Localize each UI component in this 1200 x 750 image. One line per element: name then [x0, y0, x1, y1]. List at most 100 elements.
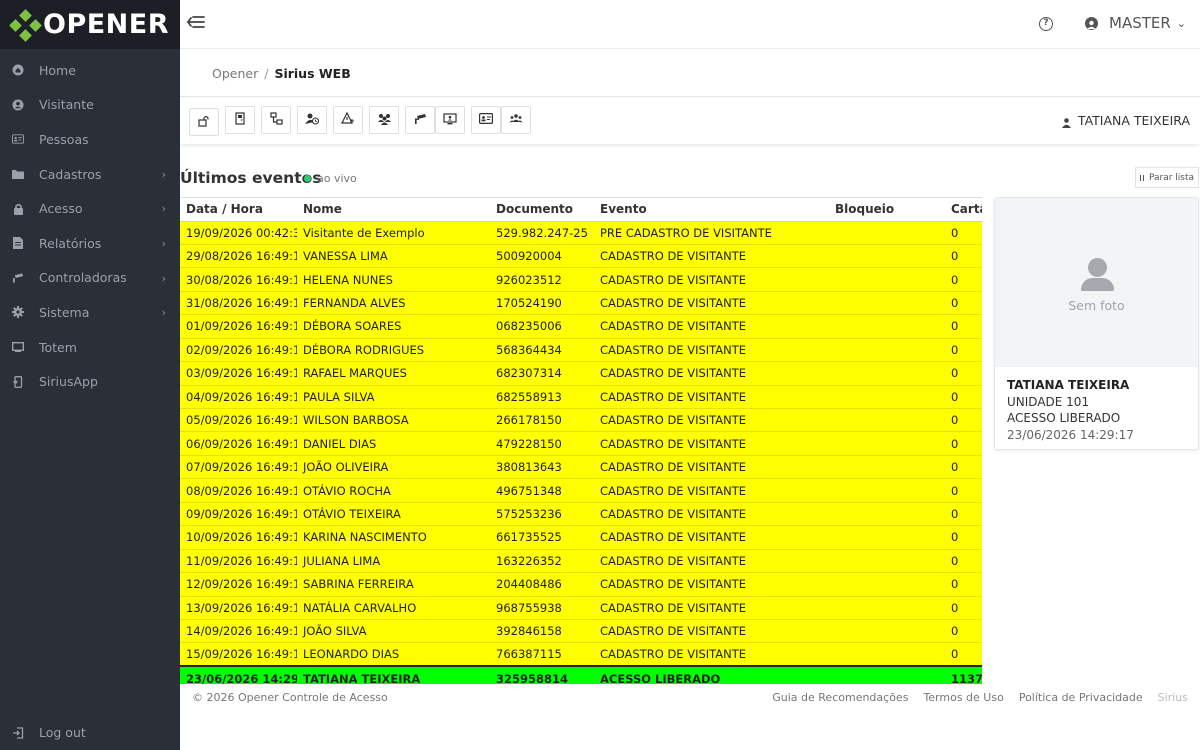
pause-list-label: Parar lista [1148, 172, 1195, 183]
footer-link-terms[interactable]: Termos de Uso [923, 691, 1003, 704]
cell-event: ACESSO LIBERADO [594, 665, 829, 684]
table-row[interactable]: 23/06/2026 14:29:17TATIANA TEIXEIRA32595… [180, 665, 982, 684]
table-row[interactable]: 01/09/2026 16:49:17 DÉBORA SOARES 06823500… [180, 314, 982, 339]
column-header[interactable]: Nome [297, 198, 490, 222]
cell-block [829, 408, 945, 433]
table-row[interactable]: 12/09/2026 16:49:17 SABRINA FERREIRA 20440… [180, 572, 982, 597]
cell-event: CADASTRO DE VISITANTE [594, 642, 829, 667]
cell-datetime: 29/08/2026 16:49:17 [180, 244, 297, 269]
sidebar-item-controladoras[interactable]: Controladoras › [0, 261, 180, 296]
logout-button[interactable]: Log out [0, 715, 180, 750]
alert-button[interactable] [333, 106, 363, 134]
column-header[interactable]: Cartão [945, 198, 982, 222]
sidebar-item-totem[interactable]: Totem [0, 330, 180, 365]
cell-event: PRE CADASTRO DE VISITANTE [594, 221, 829, 245]
sidebar-item-siriusapp[interactable]: SiriusApp [0, 364, 180, 399]
opener-logo-icon [9, 8, 42, 42]
cell-card: 0 [945, 267, 982, 292]
network-button[interactable] [261, 106, 291, 134]
group-button[interactable] [501, 106, 531, 134]
table-row[interactable]: 15/09/2026 16:49:17 LEONARDO DIAS 76638711… [180, 642, 982, 667]
cell-name: RAFAEL MARQUES [297, 361, 490, 386]
cell-datetime: 07/09/2026 16:49:17 [180, 455, 297, 480]
cell-event: CADASTRO DE VISITANTE [594, 619, 829, 644]
table-row[interactable]: 29/08/2026 16:49:17 VANESSA LIMA 500920004… [180, 244, 982, 269]
events-table-container[interactable]: Data / Hora Nome Documento Evento Bloque… [180, 197, 982, 684]
sidebar-item-cadastros[interactable]: Cadastros › [0, 157, 180, 192]
badge-button[interactable] [471, 106, 501, 134]
cell-card: 0 [945, 291, 982, 316]
table-row[interactable]: 03/09/2026 16:49:17 RAFAEL MARQUES 6823073… [180, 361, 982, 386]
camera-button[interactable] [405, 106, 435, 134]
help-icon[interactable]: ? [1039, 17, 1053, 31]
logo[interactable]: OPENER [0, 0, 180, 49]
cell-name: DANIEL DIAS [297, 431, 490, 456]
sidebar-item-acesso[interactable]: Acesso › [0, 191, 180, 226]
id-card-icon [12, 133, 24, 145]
card-person-name: TATIANA TEIXEIRA [1007, 378, 1130, 392]
pause-list-button[interactable]: Parar lista [1135, 167, 1199, 188]
chevron-right-icon: › [161, 236, 166, 250]
user-menu[interactable]: MASTER ⌄ [1085, 14, 1186, 32]
sidebar-item-label: Relatórios [39, 235, 102, 251]
cell-block [829, 385, 945, 410]
column-header[interactable]: Evento [594, 198, 829, 222]
breadcrumb-bar: Opener / Sirius WEB [180, 49, 1200, 97]
last-event-card: Sem foto TATIANA TEIXEIRA UNIDADE 101 AC… [994, 197, 1199, 450]
cell-datetime: 15/09/2026 16:49:17 [180, 642, 297, 667]
top-bar: ? MASTER ⌄ [180, 0, 1200, 49]
breadcrumb-current: Sirius WEB [274, 66, 351, 81]
table-header-row: Data / Hora Nome Documento Evento Bloque… [180, 198, 982, 222]
table-row[interactable]: 30/08/2026 16:49:17 HELENA NUNES 926023512… [180, 267, 982, 292]
users-button[interactable] [369, 106, 399, 134]
sidebar-item-visitante[interactable]: Visitante [0, 88, 180, 123]
display-icon [443, 112, 457, 128]
sidebar: OPENER Home Visitante Pessoas Cadastros … [0, 0, 180, 750]
table-row[interactable]: 08/09/2026 16:49:17 OTÁVIO ROCHA 496751348… [180, 478, 982, 503]
breadcrumb-root[interactable]: Opener [212, 66, 258, 81]
cell-name: JULIANA LIMA [297, 549, 490, 574]
user-clock-button[interactable] [297, 106, 327, 134]
table-row[interactable]: 10/09/2026 16:49:17 KARINA NASCIMENTO 6617… [180, 525, 982, 550]
door-button[interactable] [225, 106, 255, 134]
table-row[interactable]: 04/09/2026 16:49:17 PAULA SILVA 682558913 C… [180, 385, 982, 410]
display-button[interactable] [435, 106, 465, 134]
cell-document: 266178150 [490, 408, 594, 433]
footer-link-privacy[interactable]: Política de Privacidade [1019, 691, 1143, 704]
sidebar-item-sistema[interactable]: Sistema › [0, 295, 180, 330]
table-row[interactable]: 14/09/2026 16:49:17 JOÃO SILVA 392846158 CA… [180, 619, 982, 644]
sidebar-toggle-icon[interactable] [186, 14, 208, 34]
cell-block [829, 338, 945, 363]
table-row[interactable]: 07/09/2026 16:49:17 JOÃO OLIVEIRA 38081364… [180, 455, 982, 480]
card-timestamp: 23/06/2026 14:29:17 [1007, 427, 1134, 442]
unlock-button[interactable] [189, 108, 219, 136]
cell-document: 500920004 [490, 244, 594, 269]
table-row[interactable]: 19/09/2026 00:42:30 Visitante de Exemplo 5… [180, 221, 982, 245]
table-row[interactable]: 31/08/2026 16:49:17 FERNANDA ALVES 1705241… [180, 291, 982, 316]
column-header[interactable]: Bloqueio [829, 198, 945, 222]
cell-card: 0 [945, 619, 982, 644]
table-row[interactable]: 06/09/2026 16:49:17 DANIEL DIAS 479228150 C… [180, 431, 982, 456]
cell-datetime: 01/09/2026 16:49:17 [180, 314, 297, 339]
cell-block [829, 478, 945, 503]
cell-block [829, 502, 945, 527]
footer-links: Guia de Recomendações Termos de Uso Polí… [757, 691, 1188, 704]
sidebar-item-pessoas[interactable]: Pessoas [0, 122, 180, 157]
table-row[interactable]: 13/09/2026 16:49:17 NATÁLIA CARVALHO 96875… [180, 596, 982, 620]
table-row[interactable]: 11/09/2026 16:49:17 JULIANA LIMA 163226352… [180, 549, 982, 574]
footer-link-guide[interactable]: Guia de Recomendações [772, 691, 908, 704]
cell-event: CADASTRO DE VISITANTE [594, 385, 829, 410]
cell-block [829, 361, 945, 386]
table-row[interactable]: 02/09/2026 16:49:17 DÉBORA RODRIGUES 56836… [180, 338, 982, 363]
table-row[interactable]: 09/09/2026 16:49:17 OTÁVIO TEIXEIRA 575253… [180, 502, 982, 527]
cell-event: CADASTRO DE VISITANTE [594, 596, 829, 620]
cell-document: 163226352 [490, 549, 594, 574]
sidebar-item-home[interactable]: Home [0, 53, 180, 88]
column-header[interactable]: Data / Hora [180, 198, 297, 222]
cell-document: 496751348 [490, 478, 594, 503]
table-row[interactable]: 05/09/2026 16:49:17 WILSON BARBOSA 2661781… [180, 408, 982, 433]
cell-card: 0 [945, 338, 982, 363]
sidebar-item-relatorios[interactable]: Relatórios › [0, 226, 180, 261]
column-header[interactable]: Documento [490, 198, 594, 222]
cell-card: 0 [945, 596, 982, 620]
